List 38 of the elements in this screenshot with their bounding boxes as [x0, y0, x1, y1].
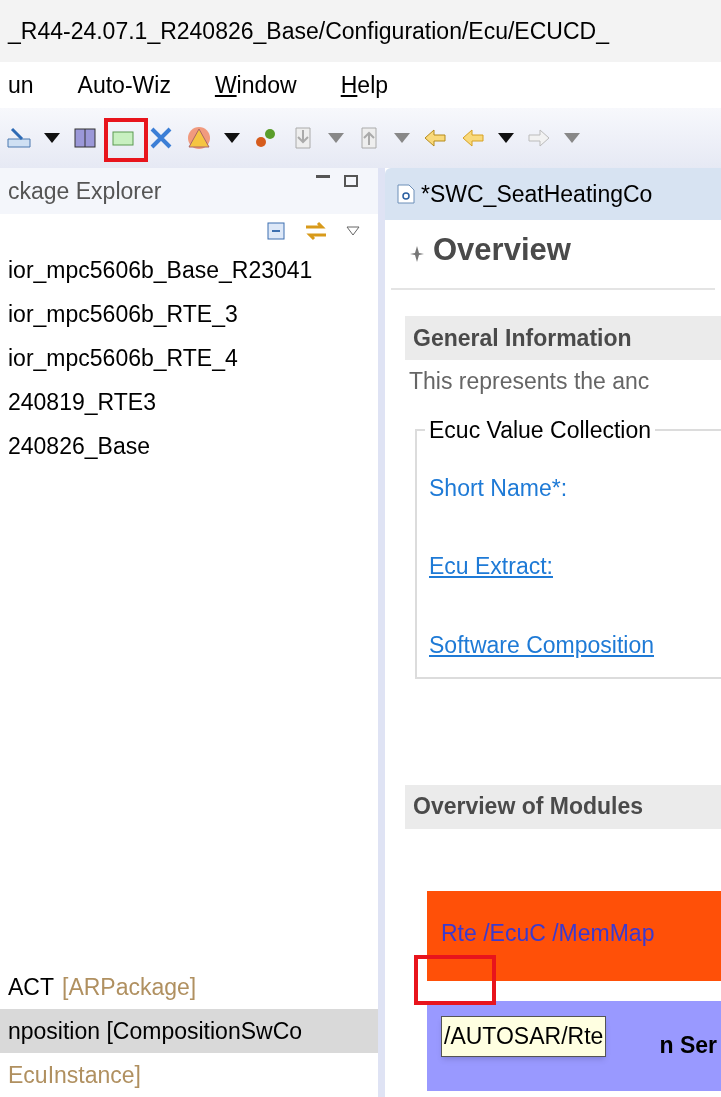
tooltip: /AUTOSAR/Rte	[441, 1016, 607, 1057]
module-title: n Ser	[659, 1031, 717, 1061]
item-name: ACT	[8, 972, 54, 1002]
tree-item[interactable]: ior_mpc5606b_Base_R23041	[0, 248, 378, 292]
page-heading: Overview	[433, 230, 571, 269]
field-label: Short Name*:	[429, 473, 568, 503]
warning-icon[interactable]	[186, 125, 212, 151]
import-icon[interactable]	[6, 125, 32, 151]
view-menu-icon[interactable]	[346, 226, 360, 236]
maximize-icon[interactable]	[344, 175, 358, 187]
menu-item[interactable]: Help	[340, 67, 389, 103]
item-type: [ARPackage]	[62, 972, 197, 1002]
menu-item[interactable]: Auto-Wiz	[77, 67, 171, 103]
tree-item[interactable]: 240826_Base	[0, 424, 378, 468]
panel-title: ckage Explorer	[8, 176, 162, 206]
compare-icon[interactable]	[72, 125, 98, 151]
menu-item[interactable]: Window	[214, 67, 297, 103]
tree-item[interactable]: 240819_RTE3	[0, 380, 378, 424]
tree-item[interactable]: nposition [CompositionSwCo	[0, 1009, 378, 1053]
tree-item[interactable]: ior_mpc5606b_RTE_4	[0, 336, 378, 380]
window-title: _R44-24.07.1_R240826_Base/Configuration/Ecu/ECUCD_	[8, 16, 609, 46]
tree-item[interactable]: ACT [ARPackage]	[0, 965, 378, 1009]
c-file-icon	[397, 184, 415, 204]
dropdown-caret-icon[interactable]	[44, 133, 60, 143]
field-link[interactable]: Ecu Extract:	[429, 549, 553, 584]
link-arrows-icon[interactable]	[304, 220, 328, 242]
menu-item[interactable]: un	[8, 67, 34, 103]
description-text: This represents the anc	[409, 367, 651, 396]
tree-item[interactable]: ior_mpc5606b_RTE_3	[0, 292, 378, 336]
field-link[interactable]: Software Composition	[429, 627, 654, 662]
highlight-box	[104, 118, 148, 162]
dropdown-caret-icon[interactable]	[498, 133, 514, 143]
section-title: Overview of Modules	[413, 792, 644, 822]
collapse-all-icon[interactable]	[266, 221, 286, 241]
section-title: General Information	[413, 323, 632, 353]
dropdown-caret-icon[interactable]	[224, 133, 240, 143]
item-name: nposition [CompositionSwCo	[8, 1016, 303, 1046]
item-type: EcuInstance]	[8, 1060, 141, 1090]
